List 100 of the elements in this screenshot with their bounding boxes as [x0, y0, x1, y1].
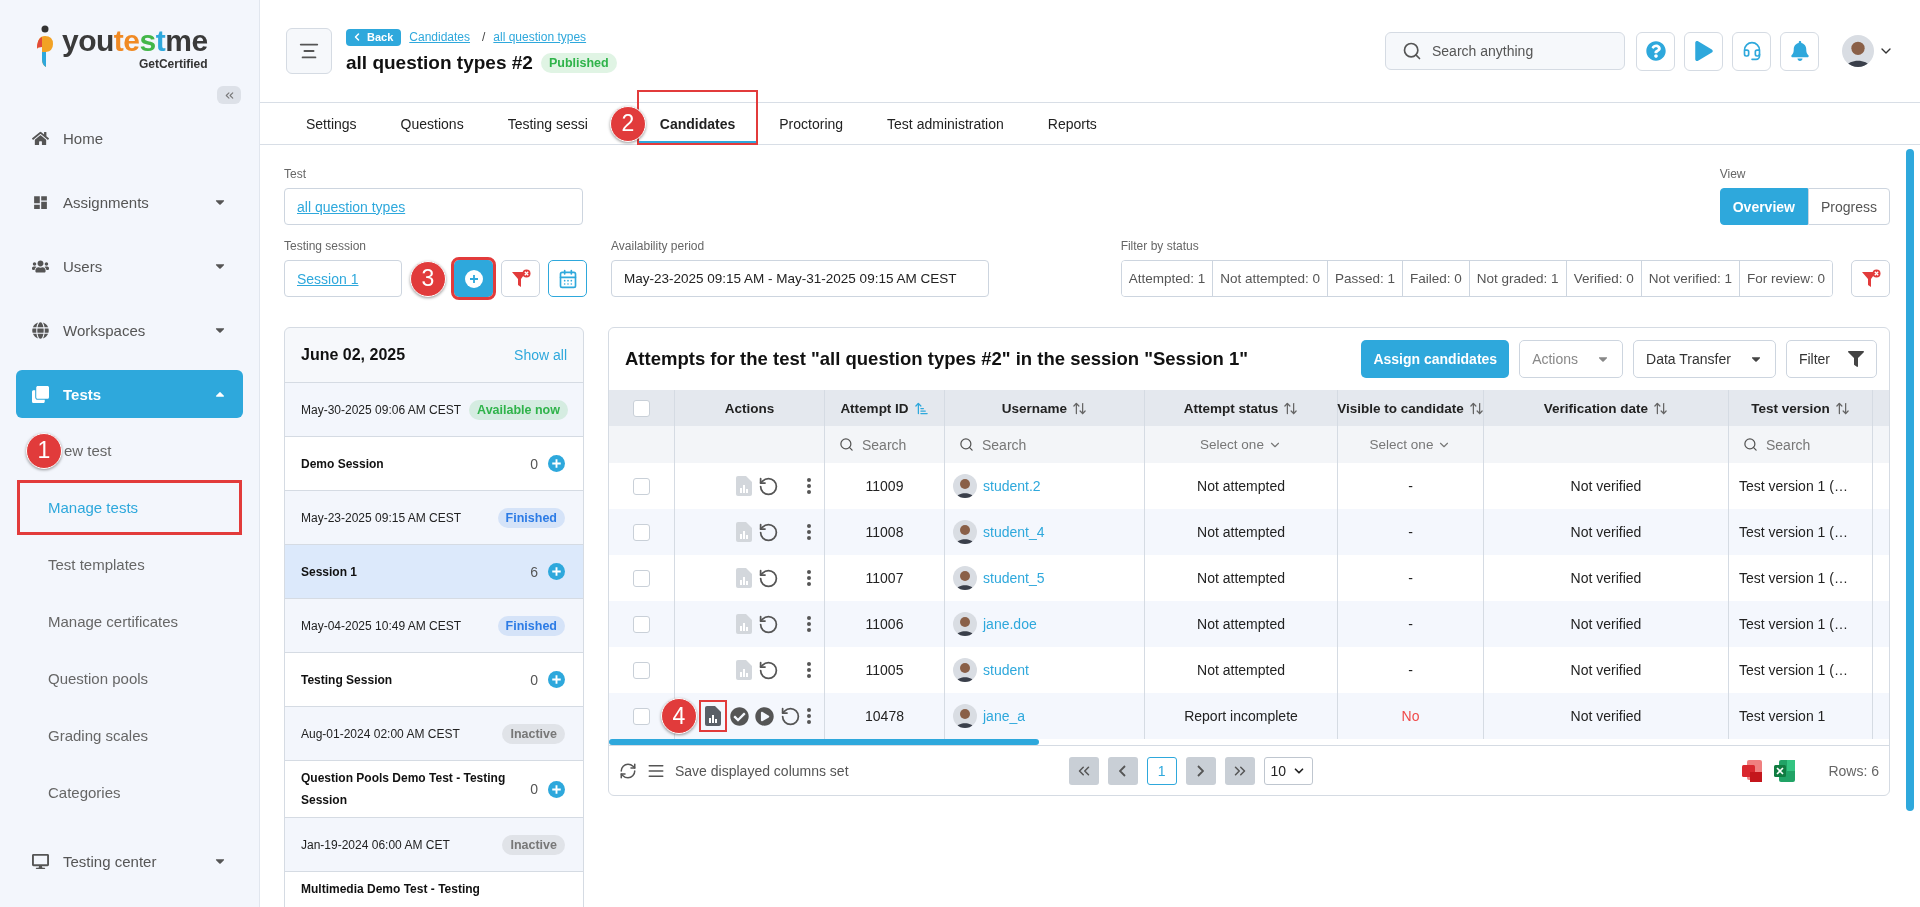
more-button[interactable] — [806, 477, 812, 495]
nav-subitem[interactable]: Manage certificates — [16, 593, 243, 650]
column-header[interactable]: Verification date — [1543, 400, 1649, 416]
add-icon[interactable] — [548, 563, 565, 580]
column-header[interactable]: Test version — [1751, 400, 1830, 416]
home-icon — [32, 129, 49, 147]
tab[interactable]: Proctoring — [757, 103, 866, 144]
sort-icon[interactable] — [1468, 400, 1484, 416]
column-filter-select[interactable]: Select one — [1369, 437, 1452, 452]
status-filter-option[interactable]: Attempted: 1 — [1121, 261, 1214, 296]
reset-icon — [758, 521, 779, 543]
checkbox[interactable] — [633, 661, 650, 679]
support-button[interactable] — [1732, 31, 1771, 71]
page-title: all question types #2 — [346, 51, 533, 74]
help-button[interactable] — [1636, 31, 1675, 71]
availability-field[interactable]: May-23-2025 09:15 AM - May-31-2025 09:15 AM CEST — [611, 260, 989, 297]
report-button[interactable] — [701, 702, 725, 730]
first-page-button[interactable] — [1068, 756, 1099, 785]
nav-item[interactable]: Workspaces — [16, 306, 243, 354]
checkbox[interactable] — [633, 523, 650, 541]
column-search-field[interactable]: Search — [1737, 435, 1830, 454]
menu-button[interactable] — [286, 28, 332, 74]
candidate-count: 0 — [530, 455, 538, 472]
column-header[interactable]: Attempt status — [1183, 400, 1279, 416]
session-date: May-23-2025 09:15 AM CEST — [301, 510, 462, 525]
refresh-icon[interactable] — [619, 761, 637, 780]
column-header[interactable]: Actions — [724, 400, 775, 416]
session-item[interactable]: Multimedia Demo Test - Testing — [285, 872, 583, 907]
nav-item[interactable]: Home — [16, 114, 243, 162]
column-search-field[interactable]: Search — [953, 435, 1046, 454]
nav-subitem[interactable]: Question pools — [16, 650, 243, 707]
calendar-button[interactable] — [548, 260, 587, 297]
sort-icon[interactable] — [1834, 400, 1850, 416]
nav-subitem[interactable]: Grading scales — [16, 707, 243, 764]
clear-filter-button[interactable] — [501, 260, 540, 297]
excel-export-icon[interactable] — [1774, 759, 1797, 782]
checkbox[interactable] — [633, 569, 650, 587]
column-header[interactable]: Username — [1001, 400, 1068, 416]
add-icon[interactable] — [548, 780, 565, 798]
add-icon[interactable] — [548, 455, 565, 472]
search-icon — [1402, 41, 1422, 61]
play-icon — [1693, 41, 1714, 61]
session-item[interactable]: Question Pools Demo Test - Testing Session 0 — [285, 761, 583, 818]
column-header[interactable]: Visible to candidate — [1337, 400, 1464, 416]
toolbar-button[interactable]: Data Transfer — [1633, 340, 1776, 378]
column-filter-select[interactable]: Select one — [1200, 437, 1282, 452]
more-button[interactable] — [806, 707, 812, 725]
more-button[interactable] — [806, 661, 812, 679]
checkbox[interactable] — [633, 707, 650, 725]
column-search-input[interactable]: Search — [980, 435, 1040, 454]
add-icon[interactable] — [548, 671, 565, 688]
nav-item[interactable]: Assignments — [16, 178, 243, 226]
verify-button[interactable] — [729, 705, 750, 727]
nav-subitem[interactable]: Test templates — [16, 536, 243, 593]
help-icon — [1645, 41, 1666, 61]
sort-icon[interactable] — [1072, 400, 1088, 416]
more-button[interactable] — [806, 615, 812, 633]
nav-subitem[interactable]: ew test — [64, 442, 112, 459]
tab[interactable]: Settings — [284, 103, 379, 144]
notifications-button[interactable] — [1780, 31, 1819, 71]
checkbox[interactable] — [633, 399, 650, 417]
search-input[interactable]: Search anything — [1430, 42, 1600, 60]
nav-subitem[interactable]: Categories — [16, 764, 243, 821]
session-item[interactable]: Demo Session 0 — [285, 437, 583, 491]
add-session-button[interactable] — [454, 260, 493, 297]
column-search-input[interactable]: Search — [1764, 435, 1824, 454]
toolbar-button[interactable]: Filter — [1785, 340, 1877, 378]
last-page-button[interactable] — [1224, 756, 1255, 785]
scrollbar[interactable] — [609, 739, 1039, 745]
scrollbar[interactable] — [1906, 149, 1914, 811]
collapse-sidebar-button[interactable] — [217, 86, 241, 104]
save-columns-link[interactable]: Save displayed columns set — [675, 762, 849, 779]
session-date: May-30-2025 09:06 AM CEST — [301, 402, 462, 417]
nav-item[interactable]: Testing center — [16, 837, 243, 885]
clear-filter-button[interactable] — [1851, 260, 1890, 297]
pdf-export-icon[interactable] — [1742, 759, 1765, 782]
more-icon — [807, 616, 811, 632]
tab[interactable]: Test administration — [865, 103, 1026, 144]
search-field[interactable]: Search anything — [1385, 32, 1625, 70]
column-search-field[interactable]: Search — [833, 435, 926, 454]
status-badge: Finished — [497, 615, 565, 636]
more-button[interactable] — [806, 523, 812, 541]
checkbox[interactable] — [633, 477, 650, 495]
tab[interactable]: Questions — [378, 103, 486, 144]
tab[interactable]: Reports — [1025, 103, 1119, 144]
column-header[interactable]: Attempt ID — [840, 400, 909, 416]
view-toggle[interactable]: Progress — [1807, 188, 1890, 225]
play-button[interactable] — [754, 705, 775, 727]
next-page-button[interactable] — [1185, 756, 1216, 785]
nav-item[interactable]: Users — [16, 242, 243, 290]
checkbox[interactable] — [633, 615, 650, 633]
session-item[interactable]: Testing Session 0 — [285, 653, 583, 707]
tab[interactable]: Testing sessi — [485, 103, 610, 144]
sort-icon[interactable] — [1653, 400, 1669, 416]
sort-icon[interactable] — [1283, 400, 1299, 416]
page-size-select[interactable]: 10 — [1263, 756, 1314, 785]
session-item[interactable]: Session 1 6 — [285, 545, 583, 599]
previous-page-button[interactable] — [1107, 756, 1138, 785]
more-button[interactable] — [806, 569, 812, 587]
column-search-input[interactable]: Search — [860, 435, 920, 454]
